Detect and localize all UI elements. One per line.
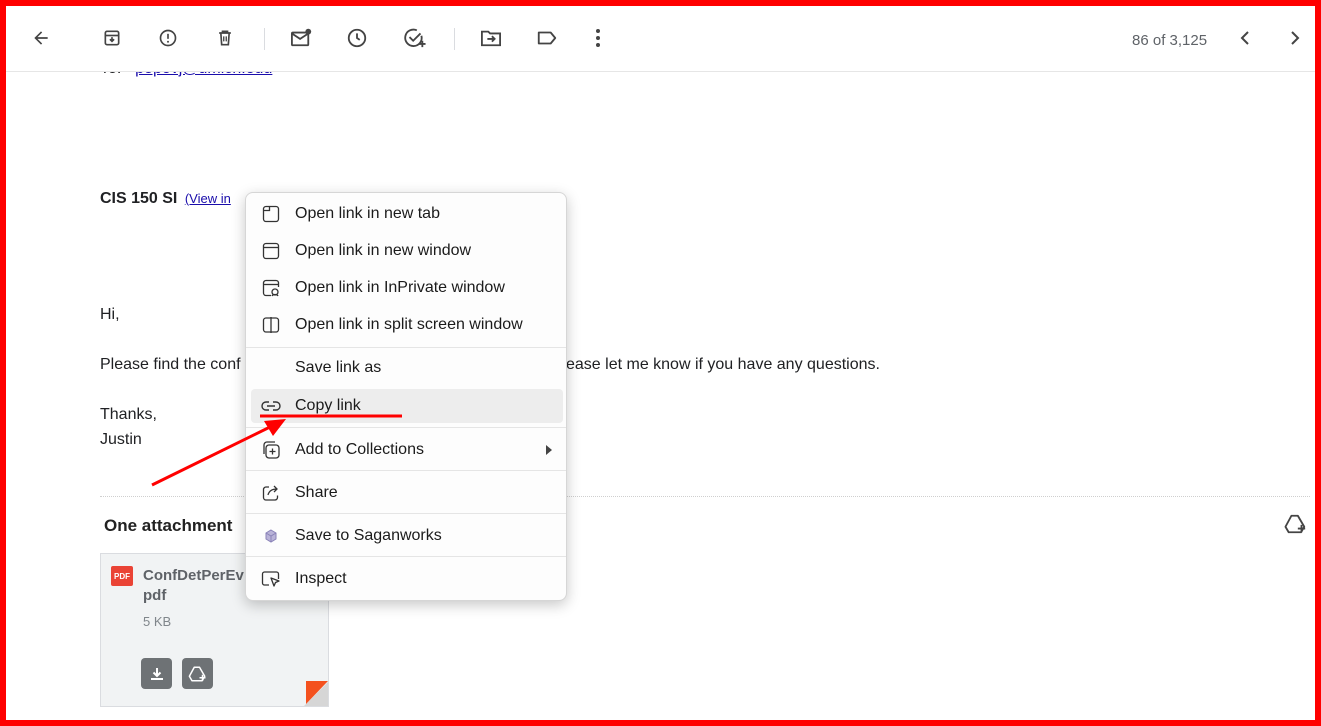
- menu-separator: [246, 470, 566, 471]
- snooze-button[interactable]: [343, 24, 371, 52]
- link-context-menu: Open link in new tab Open link in new wi…: [245, 192, 567, 601]
- collections-icon: [261, 440, 281, 460]
- pagination-count: 86 of 3,125: [1132, 32, 1208, 49]
- label-icon: [537, 31, 557, 45]
- report-spam-icon: [159, 29, 177, 47]
- back-arrow-icon: [34, 31, 48, 45]
- course-title: CIS 150 SI: [100, 190, 178, 207]
- link-icon: [261, 396, 281, 416]
- pdf-file-icon: PDF: [111, 566, 133, 586]
- toolbar-divider: [454, 28, 455, 50]
- report-spam-button[interactable]: [154, 24, 182, 52]
- mark-unread-button[interactable]: [287, 24, 315, 52]
- email-toolbar: 86 of 3,125: [6, 6, 1315, 72]
- more-options-button[interactable]: [584, 24, 612, 52]
- course-heading: CIS 150 SI (View in: [100, 190, 231, 208]
- submenu-arrow-icon: [545, 443, 553, 461]
- menu-item-label: Open link in split screen window: [295, 316, 523, 333]
- attachment-size: 5 KB: [143, 614, 172, 629]
- move-to-icon: [481, 30, 501, 47]
- chevron-right-icon: [1291, 31, 1300, 45]
- menu-item-open-new-tab[interactable]: Open link in new tab: [251, 197, 563, 231]
- add-to-drive-icon: [188, 666, 205, 681]
- split-screen-icon: [261, 315, 281, 335]
- body-text-end: ease let me know if you have any questio…: [566, 356, 880, 373]
- more-vert-icon: [596, 29, 600, 47]
- attachment-filename: ConfDetPerEv pdf: [143, 567, 244, 604]
- view-in-link[interactable]: (View in: [185, 191, 231, 206]
- snooze-icon: [347, 28, 367, 48]
- menu-item-split-screen[interactable]: Open link in split screen window: [251, 308, 563, 342]
- menu-item-open-inprivate[interactable]: Open link in InPrivate window: [251, 271, 563, 305]
- download-attachment-button[interactable]: [141, 658, 172, 689]
- greeting: Hi,: [100, 306, 120, 323]
- newer-email-button[interactable]: [1231, 24, 1259, 52]
- back-button[interactable]: [27, 24, 55, 52]
- body-text-start: Please find the conf: [100, 356, 241, 373]
- menu-item-label: Open link in InPrivate window: [295, 279, 505, 296]
- add-all-to-drive-button[interactable]: [1284, 513, 1308, 540]
- new-tab-icon: [261, 204, 281, 224]
- menu-item-inspect[interactable]: Inspect: [251, 562, 563, 596]
- inspect-icon: [261, 569, 281, 589]
- menu-separator: [246, 427, 566, 428]
- menu-item-add-to-collections[interactable]: Add to Collections: [251, 433, 563, 467]
- signature: Justin: [100, 431, 142, 448]
- menu-item-save-link-as[interactable]: Save link as: [251, 351, 563, 385]
- menu-item-label: Share: [295, 484, 338, 501]
- add-task-icon: [404, 28, 426, 48]
- move-to-button[interactable]: [477, 24, 505, 52]
- menu-item-label: Open link in new tab: [295, 205, 440, 222]
- inprivate-window-icon: [261, 278, 281, 298]
- mark-unread-icon: [291, 28, 312, 47]
- attachments-title: One attachment: [104, 516, 233, 535]
- delete-button[interactable]: [211, 24, 239, 52]
- archive-icon: [104, 30, 120, 46]
- download-icon: [150, 667, 163, 680]
- share-icon: [261, 483, 281, 503]
- menu-item-copy-link[interactable]: Copy link: [251, 389, 563, 423]
- menu-item-save-to-saganworks[interactable]: Save to Saganworks: [251, 519, 563, 553]
- menu-item-label: Add to Collections: [295, 441, 424, 458]
- new-window-icon: [261, 241, 281, 261]
- add-task-button[interactable]: [401, 24, 429, 52]
- add-to-drive-icon: [1284, 514, 1306, 534]
- sign-off: Thanks,: [100, 406, 157, 423]
- menu-item-label: Save to Saganworks: [295, 527, 442, 544]
- menu-item-share[interactable]: Share: [251, 476, 563, 510]
- menu-separator: [246, 347, 566, 348]
- saganworks-icon: [261, 526, 281, 546]
- chevron-left-icon: [1240, 31, 1249, 45]
- menu-item-label: Save link as: [295, 359, 382, 376]
- older-email-button[interactable]: [1281, 24, 1309, 52]
- menu-item-label: Inspect: [295, 570, 347, 587]
- toolbar-divider: [264, 28, 265, 50]
- delete-icon: [219, 30, 231, 46]
- archive-button[interactable]: [98, 24, 126, 52]
- labels-button[interactable]: [533, 24, 561, 52]
- save-to-drive-button[interactable]: [182, 658, 213, 689]
- menu-separator: [246, 556, 566, 557]
- menu-item-label: Copy link: [295, 397, 361, 414]
- menu-item-label: Open link in new window: [295, 242, 472, 259]
- page-fold-icon: [304, 681, 328, 706]
- menu-item-open-new-window[interactable]: Open link in new window: [251, 234, 563, 268]
- menu-separator: [246, 513, 566, 514]
